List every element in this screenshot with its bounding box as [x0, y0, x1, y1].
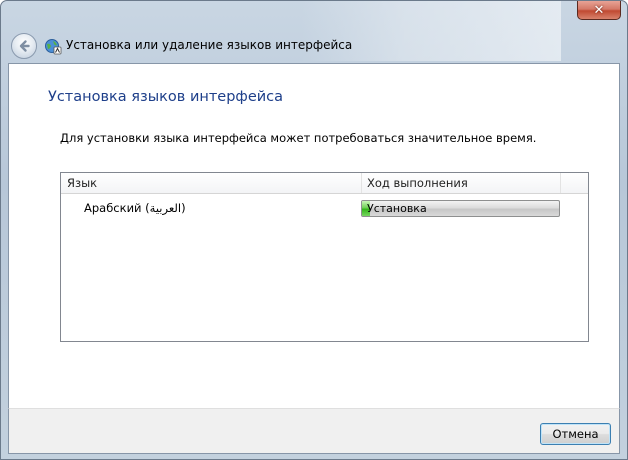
- column-header-filler: [561, 173, 588, 193]
- page-title: Установка языков интерфейса: [48, 89, 284, 105]
- back-button[interactable]: [11, 33, 37, 59]
- window-title: Установка или удаление языков интерфейса: [66, 38, 353, 52]
- close-button[interactable]: ✕: [577, 1, 621, 20]
- column-header-progress[interactable]: Ход выполнения: [362, 173, 561, 193]
- footer-bar: Отмена: [8, 408, 620, 454]
- page-description: Для установки языка интерфейса может пот…: [60, 131, 537, 145]
- column-header-language[interactable]: Язык: [61, 173, 362, 193]
- window: ✕ Установка или удаление языков интерфей…: [0, 0, 628, 460]
- list-item[interactable]: Арабский (العربية) Установка: [61, 199, 588, 219]
- title-bar: Установка или удаление языков интерфейса: [1, 29, 627, 63]
- cancel-button[interactable]: Отмена: [540, 423, 611, 445]
- list-header: Язык Ход выполнения: [61, 173, 588, 194]
- globe-language-icon: [45, 39, 62, 55]
- close-icon: ✕: [593, 2, 605, 18]
- content-panel: Установка языков интерфейса Для установк…: [8, 63, 620, 409]
- install-progress-bar: Установка: [361, 200, 560, 217]
- language-list[interactable]: Язык Ход выполнения Арабский (العربية) У…: [60, 172, 589, 342]
- back-arrow-icon: [19, 40, 30, 52]
- language-name: Арабский (العربية): [84, 201, 186, 215]
- progress-status: Установка: [367, 202, 427, 215]
